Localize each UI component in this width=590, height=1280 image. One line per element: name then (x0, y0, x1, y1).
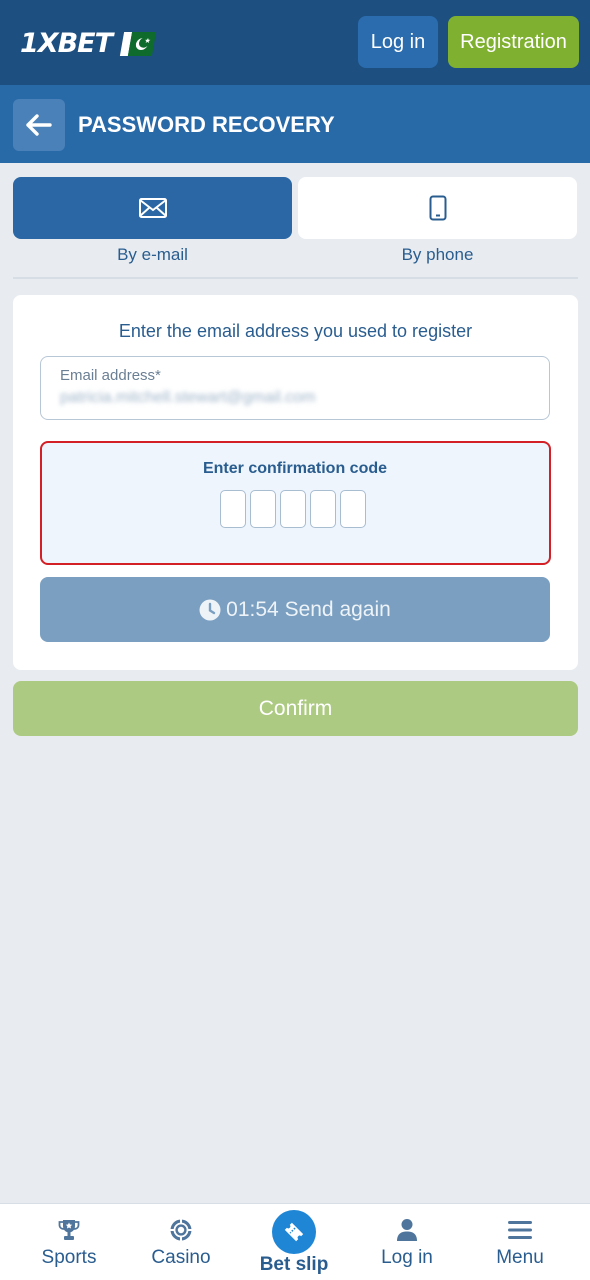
nav-sports-label: Sports (41, 1247, 97, 1268)
confirm-button[interactable]: Confirm (13, 681, 578, 736)
send-again-button[interactable]: 01:54 Send again (40, 577, 550, 642)
registration-button[interactable]: Registration (448, 16, 579, 68)
nav-bet-slip-label: Bet slip (259, 1254, 329, 1275)
tab-by-email[interactable] (13, 177, 292, 239)
code-digit-input[interactable] (280, 490, 306, 528)
pakistan-flag-icon (119, 31, 157, 56)
confirmation-code-title: Enter confirmation code (202, 460, 388, 477)
ticket-icon (284, 1222, 304, 1242)
email-field[interactable]: Email address* patricia.mitchell.stewart… (40, 356, 550, 420)
nav-menu[interactable]: Menu (465, 1204, 575, 1280)
send-again-timer: 01:54 (226, 597, 279, 621)
code-digit-input[interactable] (220, 490, 246, 528)
trophy-icon (58, 1220, 80, 1240)
confirmation-code-box: Enter confirmation code (40, 441, 551, 565)
user-icon (397, 1219, 417, 1241)
page-title: PASSWORD RECOVERY (78, 112, 335, 137)
back-button[interactable] (13, 99, 65, 151)
bottom-navigation: Sports Casino Bet slip Log in Menu (0, 1203, 590, 1280)
envelope-icon (138, 198, 167, 218)
code-digit-input[interactable] (340, 490, 366, 528)
nav-login-label: Log in (381, 1247, 433, 1268)
tabs-divider (13, 277, 578, 279)
code-digit-input[interactable] (310, 490, 336, 528)
hamburger-icon (508, 1221, 532, 1239)
nav-sports[interactable]: Sports (14, 1204, 124, 1280)
recovery-form-card: Enter the email address you used to regi… (13, 295, 578, 670)
logo-text: 1XBET (20, 28, 113, 59)
nav-menu-label: Menu (496, 1247, 544, 1268)
instruction-text: Enter the email address you used to regi… (118, 321, 473, 341)
email-field-value[interactable]: patricia.mitchell.stewart@gmail.com (60, 389, 315, 407)
code-digit-input[interactable] (250, 490, 276, 528)
nav-casino-label: Casino (151, 1247, 211, 1268)
send-again-label: Send again (284, 597, 391, 621)
bet-slip-button[interactable] (272, 1210, 316, 1254)
tab-phone-label[interactable]: By phone (298, 245, 577, 265)
arrow-left-icon (26, 114, 52, 136)
top-header: 1XBET Log in Registration (0, 0, 590, 85)
tab-by-phone[interactable] (298, 177, 577, 239)
phone-icon (429, 195, 446, 221)
page-titlebar: PASSWORD RECOVERY (0, 85, 590, 163)
clock-icon (199, 599, 221, 621)
nav-casino[interactable]: Casino (126, 1204, 236, 1280)
email-field-label: Email address* (60, 367, 161, 384)
code-cells (220, 490, 366, 528)
header-login-button[interactable]: Log in (358, 16, 438, 68)
tab-email-label[interactable]: By e-mail (13, 245, 292, 265)
casino-chip-icon (170, 1219, 192, 1241)
nav-login[interactable]: Log in (352, 1204, 462, 1280)
brand-logo[interactable]: 1XBET (20, 28, 157, 59)
